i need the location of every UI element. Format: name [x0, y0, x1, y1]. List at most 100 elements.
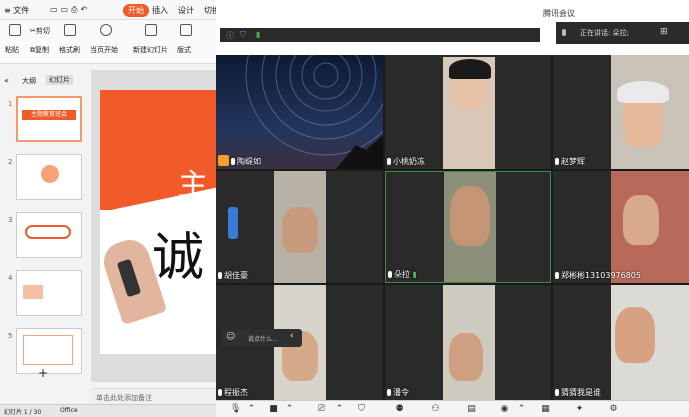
- apps-icon[interactable]: ▦: [540, 404, 551, 415]
- settings-gear-icon[interactable]: ⚙: [608, 404, 619, 415]
- play-from-current-button[interactable]: 当页开始: [90, 45, 118, 55]
- collapse-panel-icon[interactable]: «: [4, 76, 9, 85]
- avatar: [218, 155, 229, 166]
- emoji-icon[interactable]: ☺: [226, 332, 235, 342]
- collapse-side-icon[interactable]: [228, 207, 238, 239]
- video-tile[interactable]: 小桃奶冻: [385, 55, 551, 169]
- slide-thumbnail-panel: « 大纲 幻灯片 1 主题教育班会 2 3 4 5 +: [0, 70, 92, 382]
- app-name: 腾讯会议: [543, 9, 575, 18]
- video-tile[interactable]: 胡佳豪: [216, 171, 383, 283]
- participant-name: 郑彬彬13103976805: [555, 270, 641, 281]
- slide-thumbnail-2[interactable]: [16, 154, 82, 200]
- meeting-toolbar: 🎙︎ ⌃ ■ ⌃ ⎚ ⌃ ⛉ ⚉ ⚇ ▤ ◉ ⌃ ▦ ✦ ⚙: [216, 400, 689, 417]
- tab-slides[interactable]: 幻灯片: [46, 75, 73, 85]
- format-painter-icon[interactable]: [64, 24, 76, 36]
- participant-name: 陶缇如: [231, 156, 261, 167]
- new-slide-icon[interactable]: [145, 24, 157, 36]
- mic-icon: [555, 389, 559, 396]
- slide-thumbnail-3[interactable]: [16, 212, 82, 258]
- chat-placeholder: 说点什么...: [248, 336, 278, 343]
- chevron-up-icon[interactable]: ⌃: [246, 404, 257, 415]
- format-painter-button[interactable]: 格式刷: [59, 45, 80, 55]
- invite-icon[interactable]: ⚉: [394, 404, 405, 415]
- shield-icon[interactable]: ⛉: [240, 30, 246, 40]
- notes-area[interactable]: 单击此处添加备注: [92, 388, 216, 404]
- mic-icon: [562, 28, 568, 37]
- chat-icon[interactable]: ▤: [466, 404, 477, 415]
- status-theme: Office: [60, 407, 78, 414]
- layout-icon[interactable]: [180, 24, 192, 36]
- play-icon[interactable]: [100, 24, 112, 36]
- face-image: [449, 333, 483, 381]
- chevron-left-icon[interactable]: ‹: [290, 331, 294, 341]
- chevron-up-icon[interactable]: ⌃: [516, 404, 527, 415]
- new-slide-button[interactable]: 新建幻灯片: [133, 45, 168, 55]
- camera-toggle-icon[interactable]: ■: [268, 404, 279, 415]
- wps-window: ≡ 文件 ▭▭⎙↶ 开始 插入 设计 切换 粘贴 ✂剪切 ⧉复制 格式刷 当页开…: [0, 0, 220, 417]
- wps-menu-bar: ≡ 文件 ▭▭⎙↶ 开始 插入 设计 切换: [0, 0, 220, 20]
- slide-thumbnail-1[interactable]: 主题教育班会: [16, 96, 82, 142]
- mic-icon: [218, 389, 222, 396]
- video-tile-active-speaker[interactable]: 朵拉 ▮: [385, 171, 551, 283]
- participant-name: 猜猜我是谁: [555, 387, 601, 398]
- menu-file[interactable]: ≡ 文件: [4, 5, 29, 16]
- speaking-label: 正在讲话: 朵拉;: [580, 29, 629, 37]
- video-tile[interactable]: 陶缇如: [216, 55, 383, 169]
- tab-start[interactable]: 开始: [123, 4, 149, 17]
- info-icon[interactable]: ⓘ: [226, 30, 234, 41]
- face-image: [450, 186, 490, 246]
- slide-number: 2: [8, 158, 13, 166]
- speaking-indicator: 正在讲话: 朵拉; ⊞: [556, 22, 689, 44]
- mic-icon: [218, 272, 222, 279]
- slide-thumbnail-5[interactable]: [16, 328, 82, 374]
- tab-insert[interactable]: 插入: [152, 5, 168, 16]
- participant-name: 潘令: [387, 387, 409, 398]
- video-tile[interactable]: 猜猜我是谁: [553, 285, 689, 400]
- participant-name: 小桃奶冻: [387, 156, 425, 167]
- status-page: 幻灯片 1 / 30: [4, 409, 42, 416]
- view-toggle-icon[interactable]: ⊞: [660, 27, 668, 37]
- slide-title-char: 主: [178, 168, 208, 203]
- slide-number: 1: [8, 100, 13, 108]
- mic-icon: [555, 158, 559, 165]
- slide-number: 5: [8, 332, 13, 340]
- video-tile[interactable]: 郑彬彬13103976805: [553, 171, 689, 283]
- effects-icon[interactable]: ✦: [574, 404, 585, 415]
- slide-number: 3: [8, 216, 13, 224]
- copy-button[interactable]: ⧉复制: [30, 45, 49, 55]
- volume-icon: ▮: [410, 270, 417, 279]
- participant-name: 朵拉 ▮: [388, 269, 417, 280]
- video-tile[interactable]: 赵梦辉: [553, 55, 689, 169]
- face-image: [282, 207, 318, 253]
- members-icon[interactable]: ⚇: [430, 404, 441, 415]
- share-screen-icon[interactable]: ⎚: [316, 404, 327, 415]
- participant-name: 赵梦辉: [555, 156, 585, 167]
- paste-icon[interactable]: [9, 24, 21, 36]
- chat-input-popup[interactable]: ☺ 说点什么... ‹: [222, 329, 302, 347]
- cut-button[interactable]: ✂剪切: [30, 26, 50, 36]
- mic-toggle-icon[interactable]: 🎙︎: [230, 404, 241, 415]
- menu-icon: ≡: [4, 6, 14, 15]
- notes-placeholder: 单击此处添加备注: [96, 394, 152, 402]
- current-slide[interactable]: 主 诚: [100, 90, 216, 354]
- tab-outline[interactable]: 大纲: [22, 76, 36, 86]
- video-tile[interactable]: 潘令: [385, 285, 551, 400]
- security-icon[interactable]: ⛉: [356, 404, 367, 415]
- add-slide-button[interactable]: +: [38, 366, 48, 380]
- paste-button[interactable]: 粘贴: [5, 45, 19, 55]
- face-image: [623, 195, 659, 245]
- chevron-up-icon[interactable]: ⌃: [284, 404, 295, 415]
- record-icon[interactable]: ◉: [499, 404, 510, 415]
- chevron-up-icon[interactable]: ⌃: [334, 404, 345, 415]
- layout-button[interactable]: 版式: [177, 45, 191, 55]
- ribbon: 粘贴 ✂剪切 ⧉复制 格式刷 当页开始 新建幻灯片 版式: [0, 20, 216, 64]
- slide-thumbnail-title: 主题教育班会: [22, 110, 76, 120]
- slide-number: 4: [8, 274, 13, 282]
- quick-access-icons[interactable]: ▭▭⎙↶: [50, 5, 90, 15]
- mic-icon: [387, 389, 391, 396]
- participant-name: 胡佳豪: [218, 270, 248, 281]
- mic-icon: [387, 158, 391, 165]
- signal-icon: ▮: [256, 30, 261, 39]
- tab-design[interactable]: 设计: [178, 5, 194, 16]
- slide-thumbnail-4[interactable]: [16, 270, 82, 316]
